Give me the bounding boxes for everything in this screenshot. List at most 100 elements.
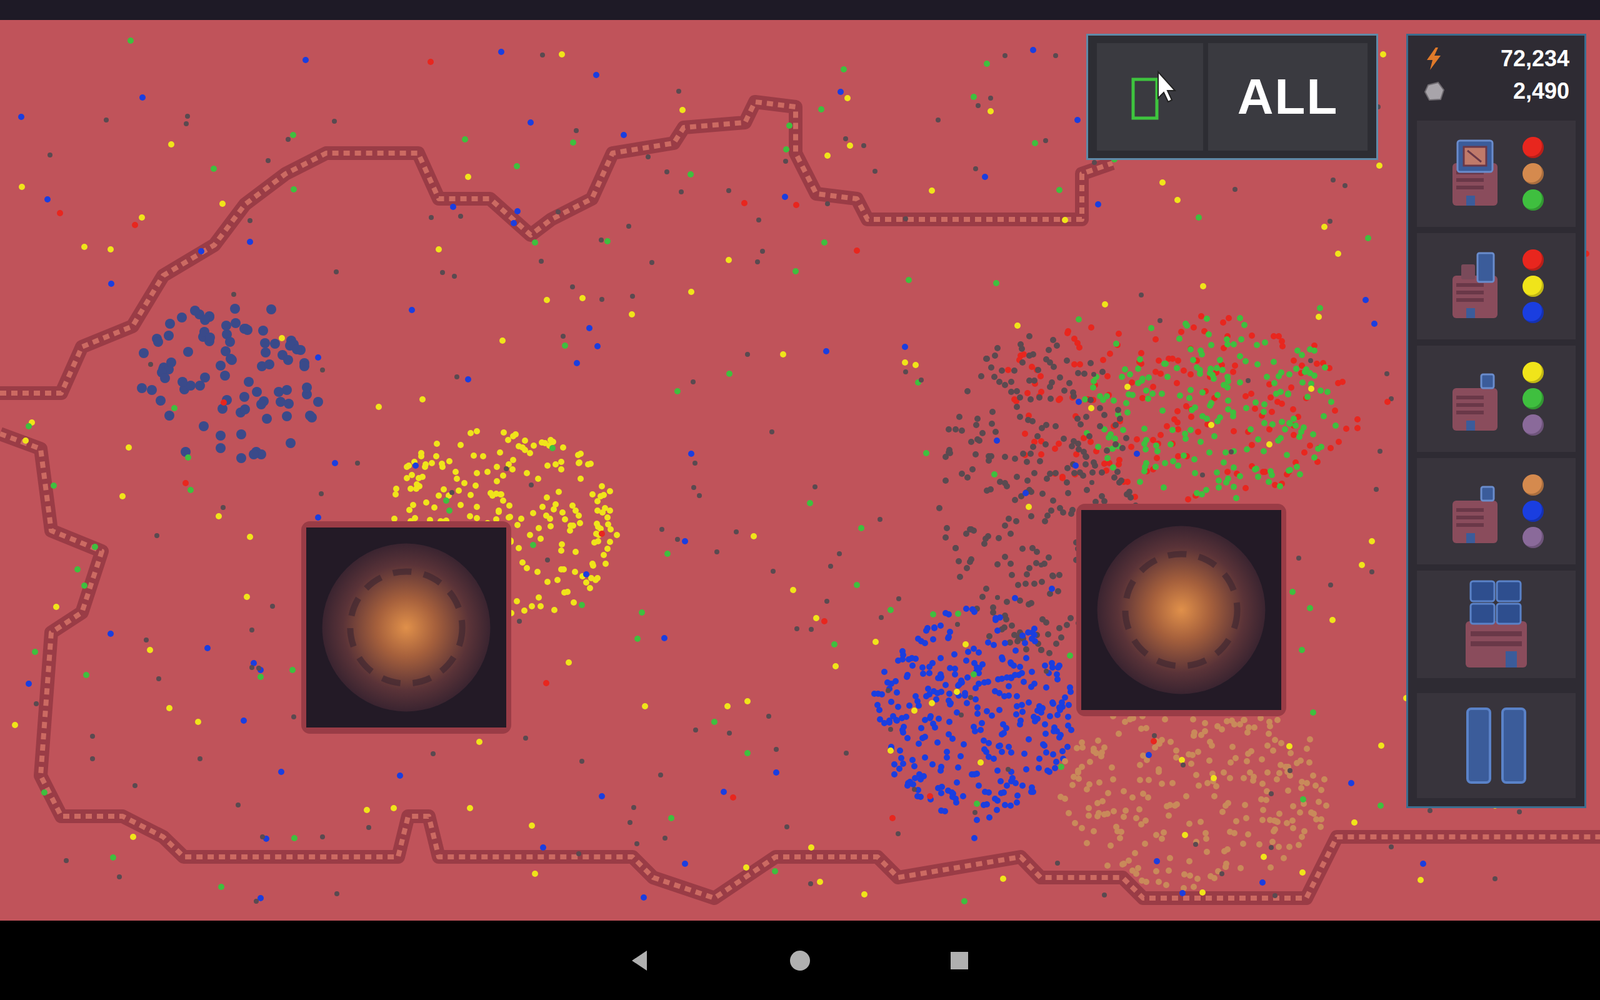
unit[interactable] xyxy=(951,651,958,658)
unit[interactable] xyxy=(526,531,534,539)
unit[interactable] xyxy=(570,599,577,606)
unit[interactable] xyxy=(937,622,944,629)
unit[interactable] xyxy=(1049,572,1056,579)
unit[interactable] xyxy=(33,701,39,707)
unit[interactable] xyxy=(291,344,302,355)
unit[interactable] xyxy=(1247,426,1254,433)
unit[interactable] xyxy=(1122,807,1129,814)
unit[interactable] xyxy=(1176,392,1184,399)
unit[interactable] xyxy=(1152,368,1159,375)
unit[interactable] xyxy=(41,789,48,796)
unit[interactable] xyxy=(971,771,978,778)
unit[interactable] xyxy=(881,668,888,675)
unit[interactable] xyxy=(923,450,930,457)
unit[interactable] xyxy=(1033,560,1040,567)
unit[interactable] xyxy=(1076,361,1084,368)
unit[interactable] xyxy=(968,695,974,700)
unit[interactable] xyxy=(1048,507,1055,514)
unit[interactable] xyxy=(1236,353,1244,360)
unit[interactable] xyxy=(1135,365,1142,372)
unit[interactable] xyxy=(926,670,933,677)
unit[interactable] xyxy=(1231,362,1239,369)
unit[interactable] xyxy=(981,746,988,753)
unit[interactable] xyxy=(197,756,203,762)
unit[interactable] xyxy=(1241,801,1249,809)
unit[interactable] xyxy=(1197,818,1204,825)
unit[interactable] xyxy=(1278,400,1285,407)
unit[interactable] xyxy=(132,783,138,789)
unit[interactable] xyxy=(1287,750,1294,757)
unit[interactable] xyxy=(996,378,1003,385)
unit[interactable] xyxy=(503,466,509,472)
unit[interactable] xyxy=(1001,801,1009,809)
unit[interactable] xyxy=(1141,840,1149,847)
unit[interactable] xyxy=(1046,713,1054,720)
unit[interactable] xyxy=(783,146,790,153)
unit[interactable] xyxy=(552,461,559,468)
unit[interactable] xyxy=(1251,724,1258,731)
unit[interactable] xyxy=(1148,325,1155,332)
unit[interactable] xyxy=(521,437,529,444)
unit[interactable] xyxy=(946,450,954,457)
unit[interactable] xyxy=(1260,806,1267,814)
unit[interactable] xyxy=(1027,450,1034,457)
unit[interactable] xyxy=(1180,367,1187,374)
unit[interactable] xyxy=(1143,387,1150,394)
unit[interactable] xyxy=(1026,565,1033,572)
unit[interactable] xyxy=(90,756,95,762)
unit[interactable] xyxy=(1000,730,1007,737)
unit[interactable] xyxy=(994,345,1001,352)
unit[interactable] xyxy=(531,870,539,877)
unit[interactable] xyxy=(598,237,604,243)
unit[interactable] xyxy=(513,598,520,605)
unit[interactable] xyxy=(594,498,601,505)
unit[interactable] xyxy=(1123,435,1130,442)
unit[interactable] xyxy=(1061,758,1069,765)
unit[interactable] xyxy=(1023,458,1030,465)
unit[interactable] xyxy=(331,460,339,467)
unit[interactable] xyxy=(1110,397,1117,404)
unit[interactable] xyxy=(586,585,594,592)
unit[interactable] xyxy=(1300,424,1307,431)
unit[interactable] xyxy=(1285,391,1292,398)
unit[interactable] xyxy=(1053,758,1060,765)
unit[interactable] xyxy=(510,433,517,440)
unit[interactable] xyxy=(215,430,226,441)
unit[interactable] xyxy=(927,713,934,720)
unit[interactable] xyxy=(1063,621,1070,629)
unit[interactable] xyxy=(1240,840,1247,847)
unit[interactable] xyxy=(148,361,154,367)
unit[interactable] xyxy=(1087,396,1094,404)
unit[interactable] xyxy=(921,640,929,647)
unit[interactable] xyxy=(816,878,824,885)
unit[interactable] xyxy=(1055,588,1062,595)
unit[interactable] xyxy=(554,576,561,584)
unit[interactable] xyxy=(1290,431,1297,439)
unit[interactable] xyxy=(577,475,584,482)
unit[interactable] xyxy=(1298,778,1305,785)
unit[interactable] xyxy=(760,248,765,254)
unit[interactable] xyxy=(543,296,550,304)
unit[interactable] xyxy=(1211,433,1218,440)
unit[interactable] xyxy=(1090,459,1097,466)
unit[interactable] xyxy=(973,816,980,824)
unit[interactable] xyxy=(1187,346,1194,353)
unit[interactable] xyxy=(1019,359,1026,366)
unit[interactable] xyxy=(1013,693,1020,700)
unit[interactable] xyxy=(495,508,502,515)
unit[interactable] xyxy=(634,841,640,847)
unit[interactable] xyxy=(983,585,990,592)
unit[interactable] xyxy=(1045,554,1052,561)
unit[interactable] xyxy=(1034,433,1041,440)
unit[interactable] xyxy=(1180,452,1187,459)
unit[interactable] xyxy=(926,663,933,670)
unit[interactable] xyxy=(991,352,999,359)
unit[interactable] xyxy=(1021,430,1029,437)
unit[interactable] xyxy=(25,680,32,687)
unit[interactable] xyxy=(302,56,309,64)
unit[interactable] xyxy=(1058,699,1065,706)
unit[interactable] xyxy=(903,216,909,222)
unit[interactable] xyxy=(1038,709,1045,716)
unit[interactable] xyxy=(1317,823,1324,830)
unit[interactable] xyxy=(165,318,175,329)
